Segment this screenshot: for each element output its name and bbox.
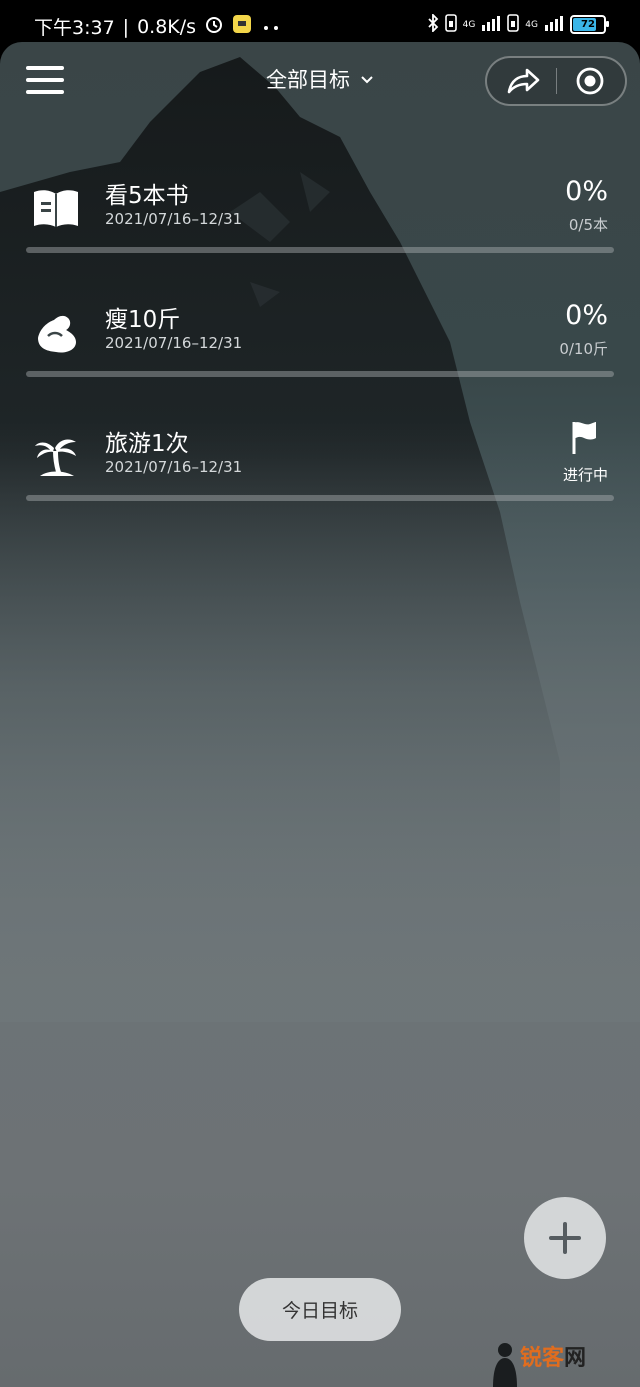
goal-name: 看5本书 bbox=[105, 183, 189, 209]
watermark: 锐客网 bbox=[520, 1340, 586, 1372]
goal-dates: 2021/07/16–12/31 bbox=[105, 210, 243, 228]
goal-count: 0/10斤 bbox=[559, 340, 608, 358]
chevron-down-icon bbox=[360, 73, 374, 89]
record-icon[interactable] bbox=[575, 66, 605, 96]
sim-icon-2 bbox=[507, 14, 520, 35]
muscle-icon bbox=[38, 315, 76, 353]
watermark-text: 锐客 bbox=[520, 1346, 565, 1371]
goal-item[interactable]: 旅游1次 2021/07/16–12/31 进行中 bbox=[26, 422, 614, 514]
top-bar: 全部目标 bbox=[0, 42, 640, 122]
palm-tree-icon bbox=[35, 439, 76, 476]
goal-item[interactable]: 看5本书 2021/07/16–12/31 0% 0/5本 bbox=[26, 176, 614, 266]
goal-dates: 2021/07/16–12/31 bbox=[105, 458, 243, 476]
pill-divider bbox=[556, 68, 557, 94]
network-label-2: 4G bbox=[525, 19, 538, 30]
today-goals-button[interactable]: 今日目标 bbox=[239, 1278, 401, 1341]
status-bar: 下午3:37 | 0.8K/s 4G 4G 72 bbox=[0, 0, 640, 46]
more-dots-icon bbox=[260, 16, 282, 38]
goal-status: 进行中 bbox=[562, 466, 608, 484]
goal-name: 旅游1次 bbox=[105, 431, 189, 457]
status-speed: 0.8K/s bbox=[137, 15, 197, 38]
bluetooth-icon bbox=[427, 12, 439, 35]
goal-count: 0/5本 bbox=[568, 216, 608, 234]
goal-dates: 2021/07/16–12/31 bbox=[105, 334, 243, 352]
signal-icon-2 bbox=[544, 15, 564, 34]
goal-progress-bar bbox=[26, 371, 614, 377]
goal-progress-bar bbox=[26, 247, 614, 253]
battery-icon: 72 bbox=[570, 15, 609, 34]
action-pill bbox=[485, 56, 627, 106]
book-icon bbox=[34, 190, 78, 227]
goal-percent: 0% bbox=[565, 300, 608, 331]
goal-progress-bar bbox=[26, 495, 614, 501]
battery-level: 72 bbox=[581, 19, 595, 30]
page-title: 全部目标 bbox=[266, 68, 350, 92]
goal-percent: 0% bbox=[565, 176, 608, 207]
signal-icon bbox=[481, 15, 501, 34]
network-label-1: 4G bbox=[462, 19, 476, 30]
app-screen: 全部目标 看5本书 2021/07/16–12/31 0% 0/5本 瘦10斤 … bbox=[0, 42, 640, 1387]
goal-name: 瘦10斤 bbox=[105, 307, 181, 333]
alarm-icon bbox=[204, 14, 224, 39]
sim-icon bbox=[444, 14, 457, 35]
status-separator: | bbox=[122, 15, 130, 38]
goal-item[interactable]: 瘦10斤 2021/07/16–12/31 0% 0/10斤 bbox=[26, 300, 614, 390]
flag-icon bbox=[572, 422, 596, 454]
watermark-text-2: 网 bbox=[564, 1346, 587, 1371]
notification-app-icon bbox=[232, 14, 252, 39]
person-silhouette bbox=[493, 1343, 517, 1387]
add-goal-button[interactable] bbox=[524, 1197, 606, 1279]
share-icon[interactable] bbox=[505, 66, 541, 96]
status-time: 下午3:37 bbox=[34, 17, 115, 39]
